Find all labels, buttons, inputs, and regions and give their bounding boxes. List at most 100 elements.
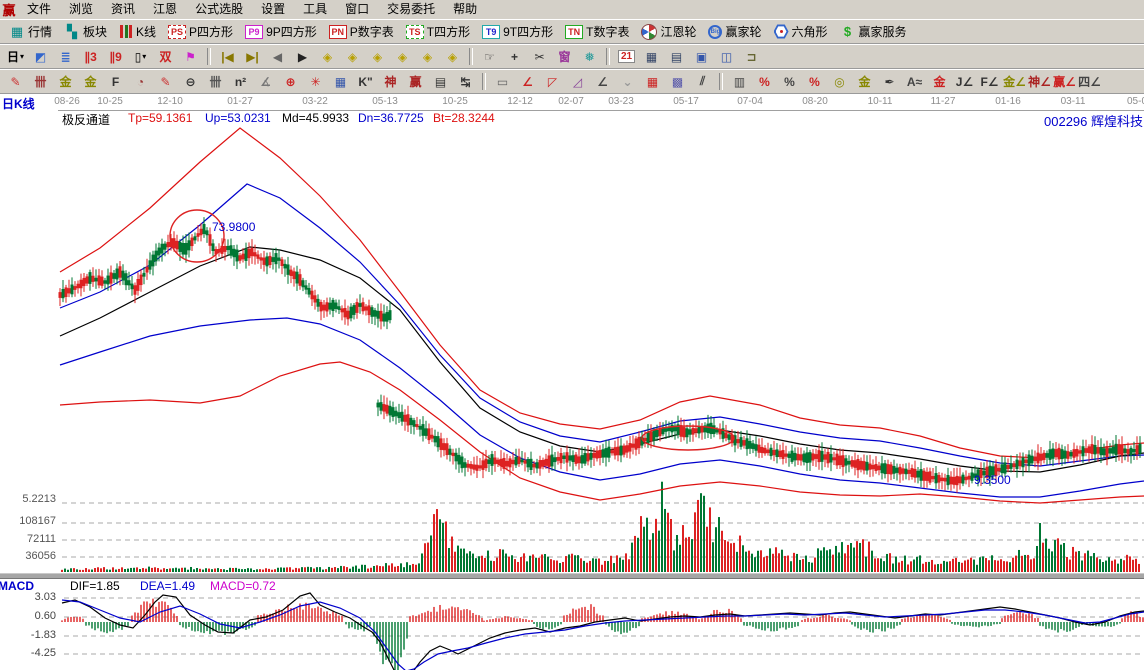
draw-compass-icon[interactable]: ⊖ xyxy=(178,70,203,93)
draw-shen-angle-icon[interactable]: 神∠ xyxy=(1027,70,1052,93)
view-candle-style-dropdown-icon[interactable]: ▯▾ xyxy=(128,45,153,68)
toolbar-button-winner-service[interactable]: $赢家服务 xyxy=(835,20,912,43)
date-axis-label: 05-13 xyxy=(365,96,405,107)
view-calculator-icon[interactable]: ▦ xyxy=(639,45,664,68)
view-pan-mode-icon[interactable]: ◩ xyxy=(28,45,53,68)
view-step-back-icon[interactable]: ◀ xyxy=(265,45,290,68)
toolbar-button-t-number-table[interactable]: TNT数字表 xyxy=(560,20,634,43)
draw-ruler-123-icon[interactable]: ▤ xyxy=(428,70,453,93)
view-go-first-icon[interactable]: |◀ xyxy=(215,45,240,68)
draw-ratio-table-icon[interactable]: ▥ xyxy=(727,70,752,93)
view-window-tool-icon[interactable]: 窗 xyxy=(552,45,577,68)
draw-gold-levels-red-icon[interactable]: 金 xyxy=(927,70,952,93)
draw-ink-pen-icon[interactable]: ✒ xyxy=(877,70,902,93)
view-go-last-icon[interactable]: ▶| xyxy=(240,45,265,68)
menu-item-tools[interactable]: 工具 xyxy=(294,0,336,19)
menu-item-gann[interactable]: 江恩 xyxy=(144,0,186,19)
view-flag-tool-icon[interactable]: ⚑ xyxy=(178,45,203,68)
menu-item-settings[interactable]: 设置 xyxy=(252,0,294,19)
menu-item-formula-pick[interactable]: 公式选股 xyxy=(186,0,252,19)
draw-spiral-icon[interactable]: ◔ xyxy=(128,70,153,93)
draw-percent-icon[interactable]: % xyxy=(777,70,802,93)
draw-web-grid-icon[interactable]: ▦ xyxy=(328,70,353,93)
draw-trend-arrows-icon[interactable]: ∠ xyxy=(590,70,615,93)
draw-draw-pencil-2-icon[interactable]: ✎ xyxy=(153,70,178,93)
draw-gann-fan-icon[interactable]: ∠ xyxy=(515,70,540,93)
draw-percent-levels-icon[interactable]: % xyxy=(802,70,827,93)
view-overlay-3-icon[interactable]: ∥3 xyxy=(78,45,103,68)
draw-parallel-lines-icon[interactable]: ⫽ xyxy=(690,70,715,93)
draw-gold-circle-icon[interactable]: ◎ xyxy=(827,70,852,93)
draw-grid-lines-icon[interactable]: 卌 xyxy=(203,70,228,93)
toolbar-button-p-square[interactable]: PSP四方形 xyxy=(163,20,238,43)
draw-square-numbers-icon[interactable]: n² xyxy=(228,70,253,93)
view-zoom-in-icon[interactable]: ◈ xyxy=(415,45,440,68)
toolbar-button-winner-wheel[interactable]: Big赢家轮 xyxy=(703,20,766,43)
toolbar-button-t-square[interactable]: TST四方形 xyxy=(401,20,475,43)
view-hand-tool-icon[interactable]: ☞ xyxy=(477,45,502,68)
draw-fan-box-2-icon[interactable]: ◿ xyxy=(565,70,590,93)
menu-item-info[interactable]: 资讯 xyxy=(102,0,144,19)
draw-win-lines-icon[interactable]: 赢 xyxy=(403,70,428,93)
draw-gold-levels-icon[interactable]: 金 xyxy=(852,70,877,93)
draw-gann-circle-icon[interactable]: ⊕ xyxy=(278,70,303,93)
view-shift-right-icon[interactable]: ◈ xyxy=(340,45,365,68)
draw-fan-box-icon[interactable]: ◸ xyxy=(540,70,565,93)
draw-wave-marks-icon[interactable]: ⌄ xyxy=(615,70,640,93)
fan-box-2-glyph: ◿ xyxy=(573,75,582,89)
draw-j-angle-icon[interactable]: J∠ xyxy=(952,70,977,93)
view-print-cart-icon[interactable]: ⊐ xyxy=(739,45,764,68)
draw-percent-line-icon[interactable]: % xyxy=(752,70,777,93)
draw-shen-lines-icon[interactable]: 神 xyxy=(378,70,403,93)
draw-angle-mirror-icon[interactable]: ∡ xyxy=(253,70,278,93)
draw-spider-web-icon[interactable]: ✳ xyxy=(303,70,328,93)
draw-measure-width-icon[interactable]: ↹ xyxy=(453,70,478,93)
view-pattern-tool-icon[interactable]: ❅ xyxy=(577,45,602,68)
macd-dif-value: DIF=1.85 xyxy=(70,579,120,593)
menu-item-window[interactable]: 窗口 xyxy=(336,0,378,19)
view-zoom-out-icon[interactable]: ◈ xyxy=(440,45,465,68)
draw-gold-lines-1-icon[interactable]: 金 xyxy=(53,70,78,93)
overlay-3-glyph: ∥3 xyxy=(84,50,97,64)
view-period-daily-dropdown-icon[interactable]: 日▾ xyxy=(3,45,28,68)
view-compress-bars-icon[interactable]: ◈ xyxy=(390,45,415,68)
draw-fibonacci-lines-icon[interactable]: F xyxy=(103,70,128,93)
view-network-icon[interactable]: ◫ xyxy=(714,45,739,68)
draw-rect-measure-icon[interactable]: ▭ xyxy=(490,70,515,93)
draw-gann-lines-icon[interactable]: 卌 xyxy=(28,70,53,93)
view-shift-left-icon[interactable]: ◈ xyxy=(315,45,340,68)
view-overlay-9-icon[interactable]: ∥9 xyxy=(103,45,128,68)
toolbar-button-kline[interactable]: K线 xyxy=(114,20,161,43)
menu-item-help[interactable]: 帮助 xyxy=(444,0,486,19)
draw-box-grid-icon[interactable]: ▩ xyxy=(665,70,690,93)
view-save-disk-icon[interactable]: ▣ xyxy=(689,45,714,68)
toolbar-button-9p-square[interactable]: P99P四方形 xyxy=(240,20,322,43)
draw-gold-lines-2-icon[interactable]: 金 xyxy=(78,70,103,93)
draw-f-angle-icon[interactable]: F∠ xyxy=(977,70,1002,93)
chart-area[interactable]: 日K线 极反通道 002296 辉煌科技 73.9800 9.3500 5.22… xyxy=(0,94,1144,670)
view-notes-icon[interactable]: ▤ xyxy=(664,45,689,68)
view-expand-bars-icon[interactable]: ◈ xyxy=(365,45,390,68)
view-calendar-icon[interactable]: 21 xyxy=(614,45,639,68)
toolbar-button-9t-square[interactable]: T99T四方形 xyxy=(477,20,558,43)
draw-four-angle-icon[interactable]: 四∠ xyxy=(1077,70,1102,93)
menu-item-browse[interactable]: 浏览 xyxy=(60,0,102,19)
toolbar-button-quote[interactable]: ▦行情 xyxy=(4,20,57,43)
toolbar-button-gann-wheel[interactable]: 江恩轮 xyxy=(636,20,701,43)
draw-k-mark-icon[interactable]: K" xyxy=(353,70,378,93)
toolbar-button-sectors[interactable]: ▚板块 xyxy=(59,20,112,43)
draw-gold-angle-icon[interactable]: 金∠ xyxy=(1002,70,1027,93)
draw-draw-pencil-icon[interactable]: ✎ xyxy=(3,70,28,93)
view-step-forward-icon[interactable]: ▶ xyxy=(290,45,315,68)
draw-wave-a-icon[interactable]: A≈ xyxy=(902,70,927,93)
view-compare-icon[interactable]: 双 xyxy=(153,45,178,68)
menu-item-file[interactable]: 文件 xyxy=(18,0,60,19)
view-cut-tool-icon[interactable]: ✂ xyxy=(527,45,552,68)
toolbar-button-p-number-table[interactable]: PNP数字表 xyxy=(324,20,399,43)
menu-item-trade[interactable]: 交易委托 xyxy=(378,0,444,19)
draw-red-grid-icon[interactable]: ▦ xyxy=(640,70,665,93)
draw-win-angle-icon[interactable]: 赢∠ xyxy=(1052,70,1077,93)
toolbar-button-hexagon[interactable]: 六角形 xyxy=(769,20,833,43)
view-crosshair-tool-icon[interactable]: + xyxy=(502,45,527,68)
view-scroll-view-icon[interactable]: ≣ xyxy=(53,45,78,68)
